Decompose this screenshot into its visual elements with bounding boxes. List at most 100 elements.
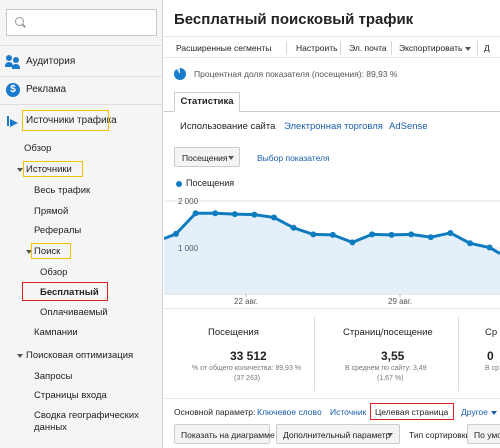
highlight-box-selected <box>370 403 454 420</box>
subtab-adsense[interactable]: AdSense <box>389 121 428 132</box>
people-icon <box>5 55 20 69</box>
export-button[interactable]: Экспортировать <box>399 43 472 53</box>
expand-caret-icon[interactable] <box>17 354 23 358</box>
chevron-down-icon <box>491 410 498 415</box>
search-icon <box>15 17 24 26</box>
sidebar-section-audience[interactable]: Аудитория <box>0 51 163 73</box>
plot-rows-button[interactable]: Показать на диаграмме <box>174 424 275 444</box>
legend-label: Посещения <box>186 178 235 188</box>
data-point <box>251 211 258 218</box>
data-point <box>486 244 493 251</box>
scorecard-value: 3,55 <box>381 349 405 363</box>
scorecard-pages-per-visit[interactable]: Страниц/посещение 3,55 В среднем по сайт… <box>315 309 455 399</box>
chevron-down-icon <box>387 433 393 437</box>
tab-statistics[interactable]: Статистика <box>174 92 240 112</box>
subtab-site-usage[interactable]: Использование сайта <box>180 121 275 132</box>
scorecard-title: Страниц/посещение <box>343 327 433 338</box>
divider <box>286 41 287 55</box>
sort-type-select[interactable]: По умолч <box>467 424 500 444</box>
sampling-notice: Процентная доля показателя (посещения): … <box>174 68 494 82</box>
pie-chart-icon <box>174 68 186 80</box>
sidebar-item-geo-summary[interactable]: Сводка географических <box>34 410 139 421</box>
secondary-dimension-select[interactable]: Дополнительный параметр <box>276 424 400 444</box>
subtab-ecommerce[interactable]: Электронная торговля <box>284 121 383 132</box>
sampling-text: Процентная доля показателя (посещения): … <box>194 69 398 79</box>
scorecards: Посещения 33 512 % от общего количества:… <box>164 308 500 398</box>
sidebar-section-label: Реклама <box>26 84 67 95</box>
x-tick-label: 29 авг. <box>388 297 412 306</box>
scorecard-visits[interactable]: Посещения 33 512 % от общего количества:… <box>164 309 314 399</box>
toolbar: Расширенные сегменты Настроить Эл. почта… <box>164 36 500 58</box>
metric-select-value: Посещения <box>182 153 228 163</box>
data-point <box>271 214 277 221</box>
sidebar-item-geo-summary-line2[interactable]: данных <box>34 422 67 433</box>
data-point <box>467 240 473 247</box>
data-point <box>427 234 434 241</box>
highlight-box <box>31 243 71 259</box>
data-point <box>388 231 395 238</box>
sidebar-item-seo[interactable]: Поисковая оптимизация <box>26 350 133 361</box>
chevron-down-icon <box>228 156 234 160</box>
divider <box>0 76 163 77</box>
sidebar-item-paid[interactable]: Оплачиваемый <box>40 307 108 318</box>
highlight-box-selected <box>22 282 108 301</box>
highlight-box <box>23 161 83 177</box>
email-button[interactable]: Эл. почта <box>349 43 387 53</box>
sidebar-item-search-overview[interactable]: Обзор <box>40 267 67 278</box>
visits-chart[interactable]: 2 000 1 000 22 авг. 29 авг. <box>164 192 500 308</box>
sidebar-item-overview[interactable]: Обзор <box>24 143 51 154</box>
export-label: Экспортировать <box>399 43 463 53</box>
x-tick-label: 22 авг. <box>234 297 258 306</box>
divider <box>340 41 341 55</box>
scorecard-subtext-2: (37 263) <box>234 375 261 382</box>
sidebar-item-campaigns[interactable]: Кампании <box>34 327 78 338</box>
sidebar-item-queries[interactable]: Запросы <box>34 371 72 382</box>
main-content: Бесплатный поисковый трафик Расширенные … <box>164 0 500 448</box>
dashboard-button[interactable]: Д <box>484 43 490 53</box>
sidebar-section-ads[interactable]: $ Реклама <box>0 79 163 101</box>
data-point <box>192 210 199 217</box>
divider <box>391 41 392 55</box>
data-point <box>231 211 238 218</box>
data-point <box>369 231 375 238</box>
highlight-box <box>22 110 109 131</box>
scorecard-title: Посещения <box>208 327 259 338</box>
sidebar-item-direct[interactable]: Прямой <box>34 206 68 217</box>
data-point <box>290 224 297 231</box>
dimension-other-label: Другое <box>461 407 489 417</box>
traffic-sources-icon <box>6 114 20 128</box>
scorecard-clipped[interactable]: Ср 0 В ср <box>459 309 500 399</box>
sidebar-section-label: Аудитория <box>26 56 76 67</box>
divider <box>477 41 478 55</box>
sidebar-item-landing-pages[interactable]: Страницы входа <box>34 390 107 401</box>
dimension-source-link[interactable]: Источник <box>330 407 366 417</box>
chevron-down-icon <box>465 46 472 51</box>
sidebar-item-all-traffic[interactable]: Весь трафик <box>34 185 90 196</box>
customize-button[interactable]: Настроить <box>296 43 338 53</box>
series-area <box>164 213 500 294</box>
secondary-dimension-label: Дополнительный параметр <box>283 430 391 440</box>
primary-dimension-bar: Основной параметр: Ключевое слово Источн… <box>164 398 500 422</box>
primary-dimension-label: Основной параметр: <box>174 407 256 417</box>
sidebar: Аудитория $ Реклама Источники трафика Об… <box>0 0 163 448</box>
y-tick-label: 2 000 <box>178 197 199 206</box>
scorecard-value: 33 512 <box>230 349 267 363</box>
dimension-other-dropdown[interactable]: Другое <box>461 407 498 417</box>
data-point <box>173 230 179 237</box>
divider <box>0 45 163 46</box>
sidebar-item-referrals[interactable]: Рефералы <box>34 225 81 236</box>
search-input[interactable] <box>6 9 157 36</box>
metric-select[interactable]: Посещения <box>174 147 240 167</box>
advanced-segments-button[interactable]: Расширенные сегменты <box>176 43 271 53</box>
data-point <box>447 229 454 236</box>
legend-marker <box>176 181 182 187</box>
data-point <box>329 231 336 238</box>
scorecard-subtext: % от общего количества: 89,93 % <box>192 365 302 372</box>
plot-rows-label: Показать на диаграмме <box>181 430 275 440</box>
scorecard-subtext-2: (1,67 %) <box>377 375 404 382</box>
divider <box>0 104 163 105</box>
dimension-keyword-link[interactable]: Ключевое слово <box>257 407 322 417</box>
choose-metric-link[interactable]: Выбор показателя <box>257 153 330 163</box>
data-point <box>212 210 219 217</box>
data-point <box>310 231 317 238</box>
